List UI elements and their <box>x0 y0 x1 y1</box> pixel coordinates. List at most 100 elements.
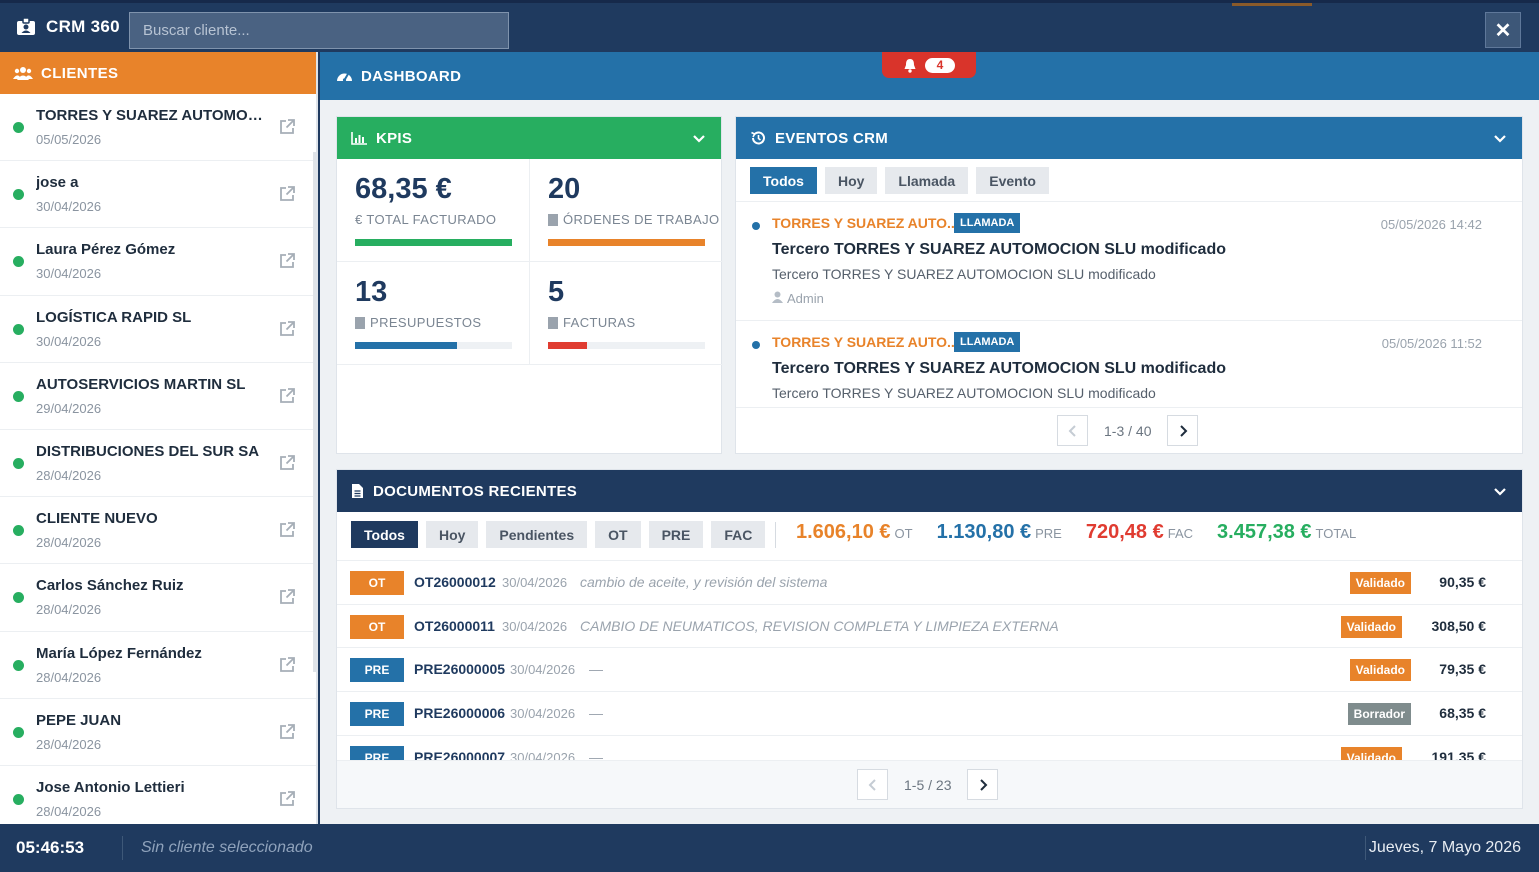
kpi-progress-fill <box>355 342 458 349</box>
events-next-button[interactable] <box>1167 415 1199 446</box>
documents-pager: 1-5 / 23 <box>857 769 999 800</box>
external-link-icon[interactable] <box>278 790 296 808</box>
document-type-badge: PRE <box>350 658 404 683</box>
sidebar-scrollbar[interactable] <box>313 152 316 672</box>
external-link-icon[interactable] <box>278 252 296 270</box>
notification-count: 4 <box>924 57 956 73</box>
document-status-badge: Borrador <box>1347 703 1411 726</box>
kpi-value: 5 <box>548 276 565 308</box>
document-description: CAMBIO DE NEUMATICOS, REVISION COMPLETA … <box>580 617 1059 634</box>
clients-header: CLIENTES <box>0 52 316 94</box>
external-link-icon[interactable] <box>278 656 296 674</box>
status-dot <box>13 189 24 201</box>
chevron-down-icon <box>1494 135 1506 143</box>
id-card-icon <box>17 17 35 35</box>
document-tab[interactable]: OT <box>595 521 641 548</box>
client-date: 28/04/2026 <box>36 602 102 618</box>
document-date: 30/04/2026 <box>510 706 576 722</box>
document-row[interactable]: OT OT26000011 30/04/2026 CAMBIO DE NEUMATIC… <box>337 603 1522 648</box>
external-link-icon[interactable] <box>278 387 296 405</box>
event-description: Tercero TORRES Y SUAREZ AUTOMOCION SLU m… <box>772 385 1156 401</box>
status-dot <box>13 793 24 805</box>
client-list: TORRES Y SUAREZ AUTOMOCIO... 05/05/2026 jo… <box>0 94 316 824</box>
search-input[interactable] <box>129 12 509 49</box>
document-description: — <box>589 661 603 678</box>
events-header[interactable]: EVENTOS CRM <box>736 117 1522 159</box>
document-row[interactable]: PRE PRE26000007 30/04/2026— Validado 191,35 … <box>337 734 1522 763</box>
event-client[interactable]: TORRES Y SUAREZ AUTO... <box>772 334 959 350</box>
kpi-value: 13 <box>355 276 388 308</box>
document-tab[interactable]: FAC <box>711 521 766 548</box>
event-client[interactable]: TORRES Y SUAREZ AUTO... <box>772 215 959 231</box>
document-row[interactable]: OT OT26000012 30/04/2026 cambio de aceite, … <box>337 560 1522 604</box>
client-date: 28/04/2026 <box>36 467 102 483</box>
event-item[interactable]: TORRES Y SUAREZ AUTO... LLAMADA 05/05/2026… <box>736 320 1522 407</box>
document-status-badge: Validado <box>1349 572 1411 594</box>
document-row[interactable]: PRE PRE26000005 30/04/2026 — Validado 79,35 € <box>337 647 1522 691</box>
event-item[interactable]: TORRES Y SUAREZ AUTO... LLAMADA 05/05/2026… <box>736 201 1522 320</box>
document-tab[interactable]: Pendientes <box>486 521 588 548</box>
close-button[interactable]: ✕ <box>1485 12 1521 48</box>
document-code[interactable]: OT26000011 <box>414 618 495 634</box>
document-tab[interactable]: Hoy <box>425 521 479 548</box>
status-dot <box>13 525 24 537</box>
client-list-item[interactable]: PEPE JUAN 28/04/2026 <box>0 699 316 766</box>
document-tab[interactable]: Todos <box>351 521 418 548</box>
documents-prev-button[interactable] <box>857 769 888 800</box>
client-list-item[interactable]: LOGÍSTICA RAPID SL 30/04/2026 <box>0 296 316 363</box>
events-page-info: 1-3 / 40 <box>1104 422 1152 439</box>
client-name: Carlos Sánchez Ruiz <box>36 577 184 595</box>
event-tab[interactable]: Evento <box>976 167 1049 194</box>
documents-header[interactable]: DOCUMENTOS RECIENTES <box>337 470 1522 512</box>
notifications-button[interactable]: 4 <box>882 52 976 78</box>
event-author: Admin <box>772 291 824 306</box>
client-list-item[interactable]: AUTOSERVICIOS MARTIN SL 29/04/2026 <box>0 363 316 430</box>
invoice-icon <box>548 317 558 329</box>
document-tab[interactable]: PRE <box>648 521 704 548</box>
events-title: EVENTOS CRM <box>775 129 889 147</box>
documents-next-button[interactable] <box>967 769 999 800</box>
event-tab[interactable]: Hoy <box>824 167 878 194</box>
document-status-badge: Validado <box>1340 615 1402 638</box>
client-list-item[interactable]: Jose Antonio Lettieri 28/04/2026 <box>0 766 316 824</box>
event-tab[interactable]: Todos <box>750 167 817 194</box>
event-tab[interactable]: Llamada <box>885 167 969 194</box>
total-unit: FAC <box>1167 526 1194 541</box>
bar-chart-icon <box>351 131 367 145</box>
client-name: jose a <box>36 174 79 192</box>
external-link-icon[interactable] <box>278 118 296 136</box>
external-link-icon[interactable] <box>278 320 296 338</box>
external-link-icon[interactable] <box>278 723 296 741</box>
kpis-title: KPIS <box>376 129 413 147</box>
chevron-down-icon <box>1494 488 1506 496</box>
external-link-icon[interactable] <box>278 588 296 606</box>
document-code[interactable]: PRE26000006 <box>414 705 505 721</box>
kpis-header[interactable]: KPIS <box>337 117 721 159</box>
client-list-item[interactable]: Carlos Sánchez Ruiz 28/04/2026 <box>0 564 316 632</box>
kpi-label: ÓRDENES DE TRABAJO <box>563 212 720 227</box>
document-row[interactable]: PRE PRE26000006 30/04/2026 — Borrador 68,35 € <box>337 691 1522 735</box>
document-amount: 68,35 € <box>1439 705 1486 722</box>
external-link-icon[interactable] <box>278 521 296 539</box>
client-list-item[interactable]: DISTRIBUCIONES DEL SUR SA 28/04/2026 <box>0 430 316 498</box>
events-prev-button[interactable] <box>1057 415 1088 446</box>
client-list-item[interactable]: María López Fernández 28/04/2026 <box>0 632 316 699</box>
client-list-item[interactable]: jose a 30/04/2026 <box>0 161 316 229</box>
client-list-item[interactable]: CLIENTE NUEVO 28/04/2026 <box>0 497 316 565</box>
kpi-card: 68,35 € € TOTAL FACTURADO <box>337 159 530 262</box>
client-list-item[interactable]: TORRES Y SUAREZ AUTOMOCIO... 05/05/2026 <box>0 94 316 162</box>
document-code[interactable]: PRE26000005 <box>414 661 505 677</box>
status-dot <box>13 457 24 469</box>
documents-totals: 1.606,10 € OT 1.130,80 € PRE 720,48 € FAC 3.45… <box>796 521 1376 544</box>
documents-page-info: 1-5 / 23 <box>904 776 952 793</box>
external-link-icon[interactable] <box>278 185 296 203</box>
status-bar: 05:46:53 Sin cliente seleccionado Jueves… <box>0 824 1539 872</box>
top-bar: CRM 360 ✕ <box>0 0 1539 52</box>
event-dot <box>752 341 760 349</box>
document-code[interactable]: OT26000012 <box>414 574 496 590</box>
status-divider <box>1365 836 1366 860</box>
total-amount: 1.606,10 € <box>796 521 891 543</box>
client-list-item[interactable]: Laura Pérez Gómez 30/04/2026 <box>0 228 316 296</box>
external-link-icon[interactable] <box>278 454 296 472</box>
event-timestamp: 05/05/2026 14:42 <box>1380 217 1482 232</box>
